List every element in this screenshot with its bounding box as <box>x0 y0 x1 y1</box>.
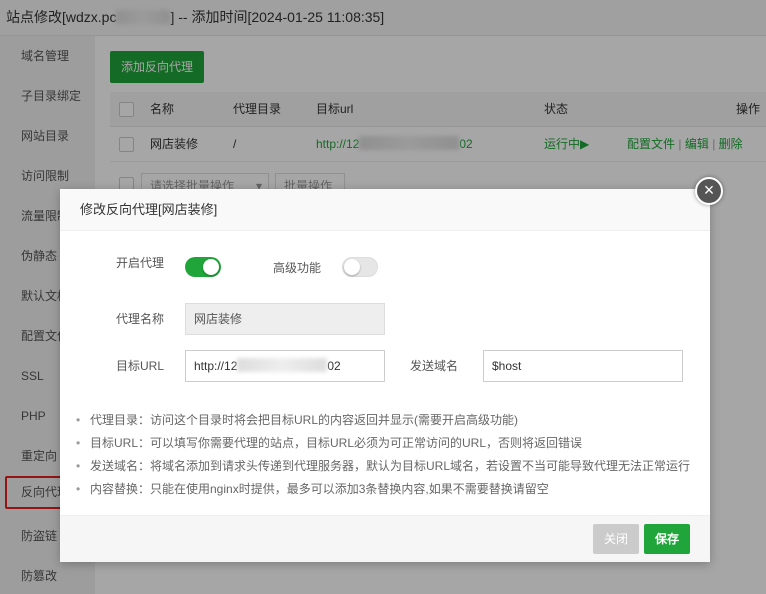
tips-list: 代理目录：访问这个目录时将会把目标URL的内容返回并显示(需要开启高级功能) 目… <box>76 409 706 501</box>
proxy-name-field[interactable]: 网店装修 <box>185 303 385 335</box>
save-button[interactable]: 保存 <box>644 524 690 554</box>
enable-proxy-toggle[interactable] <box>185 257 221 277</box>
target-url-suffix: 02 <box>327 359 341 373</box>
tip-target-url: 目标URL：可以填写你需要代理的站点，目标URL必须为可正常访问的URL，否则将… <box>76 432 706 455</box>
toggle-knob <box>203 259 219 275</box>
advanced-label: 高级功能 <box>272 261 321 275</box>
edit-proxy-dialog: 修改反向代理[网店装修] 开启代理 高级功能 代理名称 网店装修 目标URL h… <box>60 189 710 562</box>
enable-proxy-label: 开启代理 <box>115 256 164 270</box>
proxy-name-label: 代理名称 <box>115 312 164 326</box>
send-domain-label: 发送域名 <box>409 359 458 373</box>
close-icon[interactable]: × <box>695 177 723 205</box>
tip-content-replace: 内容替换：只能在使用nginx时提供，最多可以添加3条替换内容,如果不需要替换请… <box>76 478 706 501</box>
target-url-field[interactable]: http://12 02 <box>185 350 385 382</box>
send-domain-field[interactable]: $host <box>483 350 683 382</box>
target-url-prefix: http://12 <box>194 359 238 373</box>
dialog-title: 修改反向代理[网店装修] <box>60 189 710 231</box>
dialog-footer: 关闭 保存 <box>60 515 710 562</box>
masked-url <box>237 358 328 372</box>
target-url-label: 目标URL <box>115 359 164 373</box>
tip-proxy-dir: 代理目录：访问这个目录时将会把目标URL的内容返回并显示(需要开启高级功能) <box>76 409 706 432</box>
close-button[interactable]: 关闭 <box>593 524 639 554</box>
advanced-toggle[interactable] <box>342 257 378 277</box>
toggle-knob <box>344 259 360 275</box>
tip-send-domain: 发送域名：将域名添加到请求头传递到代理服务器，默认为目标URL域名，若设置不当可… <box>76 455 706 478</box>
